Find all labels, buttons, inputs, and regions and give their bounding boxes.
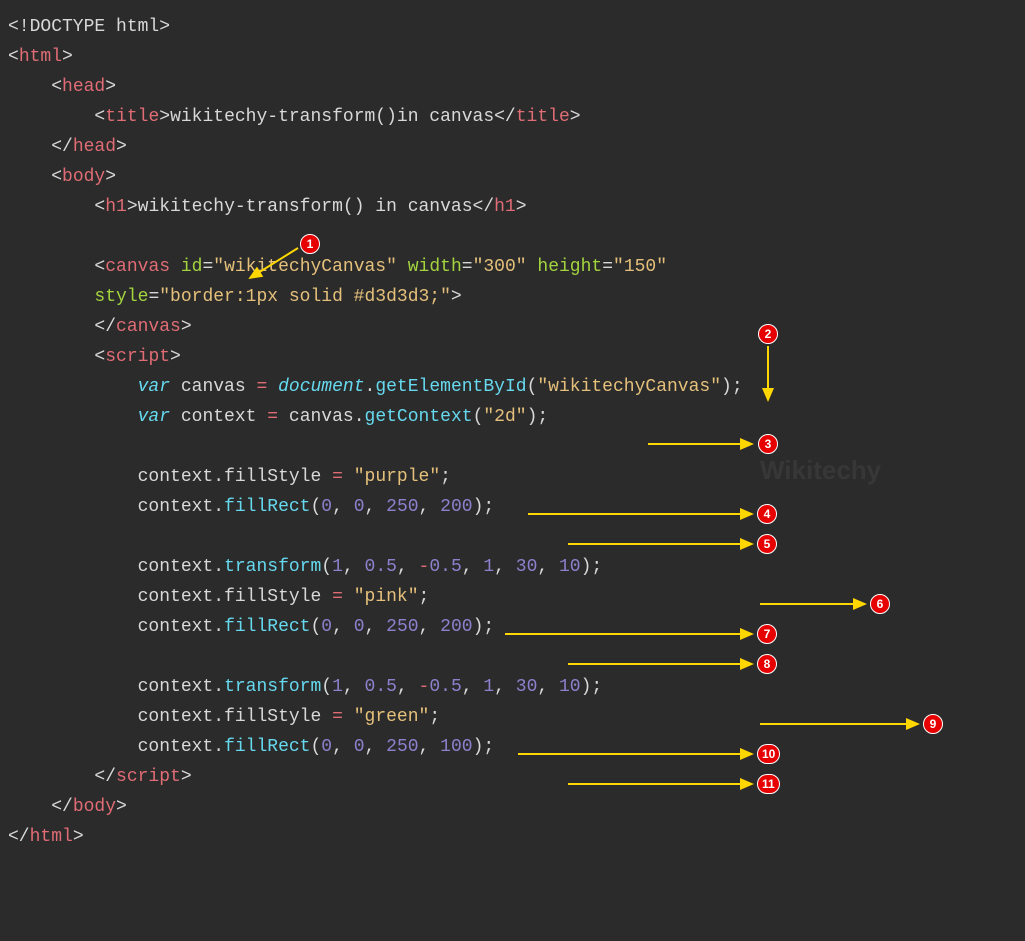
annotation-badge-8: 8 xyxy=(757,654,777,674)
annotation-badge-5: 5 xyxy=(757,534,777,554)
annotation-badge-4: 4 xyxy=(757,504,777,524)
annotation-badge-2: 2 xyxy=(758,324,778,344)
annotation-badge-3: 3 xyxy=(758,434,778,454)
annotation-badge-1: 1 xyxy=(300,234,320,254)
annotation-badge-6: 6 xyxy=(870,594,890,614)
annotation-badge-7: 7 xyxy=(757,624,777,644)
annotation-badge-9: 9 xyxy=(923,714,943,734)
doctype-line: <!DOCTYPE html> xyxy=(8,17,170,37)
annotation-badge-10: 10 xyxy=(757,744,780,764)
annotation-badge-11: 11 xyxy=(757,774,780,794)
code-block: <!DOCTYPE html> <html> <head> <title>wik… xyxy=(0,0,1025,864)
